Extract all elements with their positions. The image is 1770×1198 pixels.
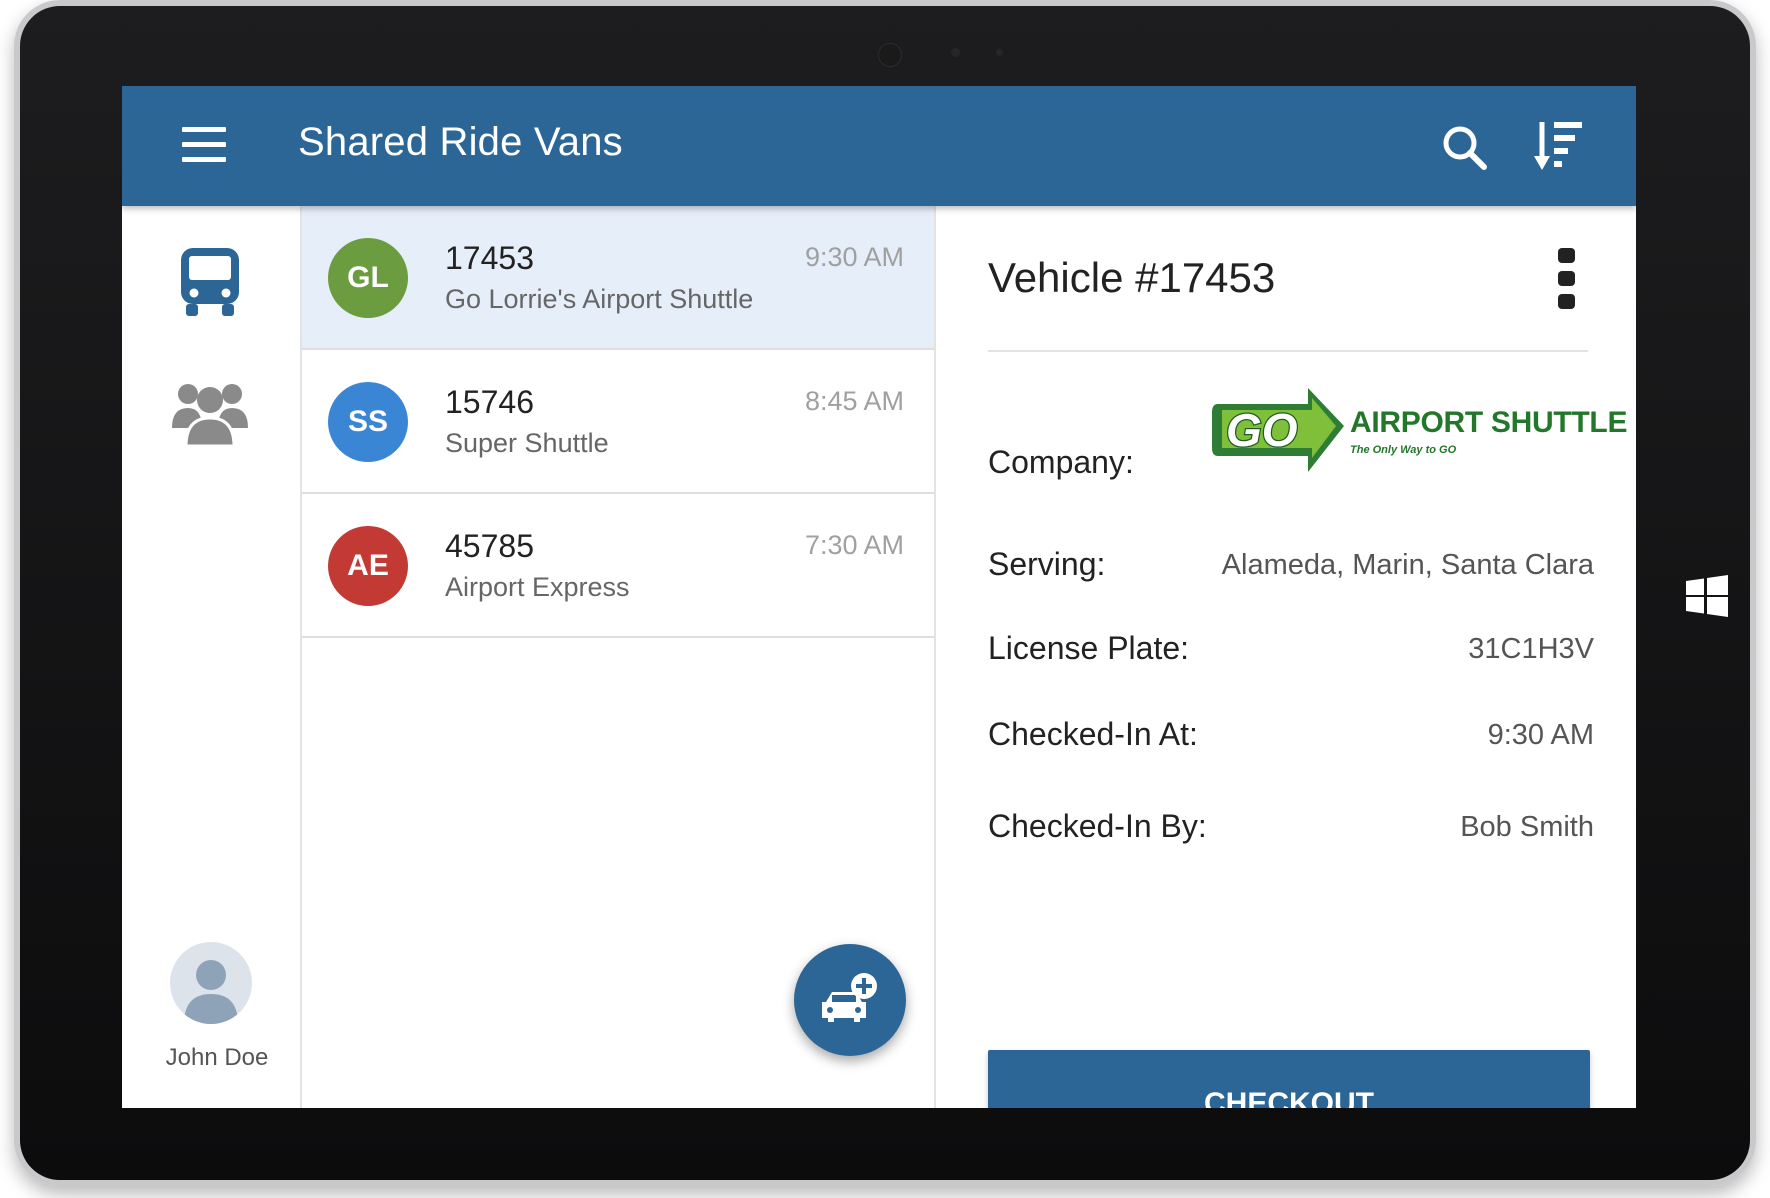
left-nav-rail: John Doe	[122, 206, 302, 1108]
app-screen: Shared Ride Vans John Doe GL 17453 Go Lo…	[122, 86, 1636, 1108]
app-bar: Shared Ride Vans	[122, 86, 1636, 206]
company-label: Company:	[988, 444, 1134, 480]
checkout-button[interactable]: CHECKOUT	[988, 1050, 1590, 1108]
license-plate-label: License Plate:	[988, 630, 1190, 666]
checkin-time: 7:30 AM	[804, 530, 904, 560]
windows-logo-icon	[1686, 575, 1728, 617]
company-name: Super Shuttle	[445, 428, 609, 458]
vehicle-list: GL 17453 Go Lorrie's Airport Shuttle 9:3…	[302, 206, 936, 1108]
hamburger-menu-icon[interactable]	[182, 125, 226, 165]
serving-value: Alameda, Marin, Santa Clara	[1221, 549, 1594, 581]
vehicle-detail: Vehicle #17453 Company: GO AIRPORT SHUTT…	[936, 206, 1636, 1108]
vehicle-number: 45785	[445, 528, 534, 564]
sort-icon[interactable]	[1534, 118, 1584, 172]
user-name: John Doe	[165, 1044, 269, 1071]
checked-in-by-value: Bob Smith	[1460, 811, 1594, 843]
checkin-time: 9:30 AM	[804, 242, 904, 272]
initials-avatar: GL	[328, 238, 408, 318]
sensor-icon	[951, 48, 960, 57]
sensor-icon	[996, 49, 1003, 56]
user-avatar-icon[interactable]	[170, 942, 252, 1024]
list-item[interactable]: AE 45785 Airport Express 7:30 AM	[302, 494, 934, 638]
divider	[988, 350, 1588, 352]
people-icon[interactable]	[172, 376, 248, 446]
company-name: Airport Express	[445, 572, 630, 602]
more-vert-icon[interactable]	[1554, 248, 1580, 310]
vehicle-number: 17453	[445, 240, 534, 276]
company-name: Go Lorrie's Airport Shuttle	[445, 284, 754, 314]
page-title: Vehicle #17453	[988, 254, 1276, 301]
checkin-time: 8:45 AM	[804, 386, 904, 416]
list-item[interactable]: SS 15746 Super Shuttle 8:45 AM	[302, 350, 934, 494]
svg-text:GO: GO	[1226, 404, 1298, 456]
checked-in-at-value: 9:30 AM	[1487, 719, 1594, 751]
serving-label: Serving:	[988, 546, 1106, 582]
add-vehicle-button[interactable]	[794, 944, 906, 1056]
logo-name: AIRPORT SHUTTLE	[1350, 406, 1628, 439]
checked-in-by-label: Checked-In By:	[988, 808, 1207, 844]
license-plate-value: 31C1H3V	[1468, 633, 1594, 665]
initials-avatar: SS	[328, 382, 408, 462]
initials-avatar: AE	[328, 526, 408, 606]
camera-icon	[878, 43, 902, 67]
bus-icon[interactable]	[178, 246, 242, 318]
vehicle-number: 15746	[445, 384, 534, 420]
app-title: Shared Ride Vans	[298, 120, 623, 164]
search-icon[interactable]	[1440, 123, 1488, 171]
checked-in-at-label: Checked-In At:	[988, 716, 1198, 752]
list-item[interactable]: GL 17453 Go Lorrie's Airport Shuttle 9:3…	[302, 206, 934, 350]
company-logo: GO AIRPORT SHUTTLE The Only Way to GO	[1212, 384, 1627, 480]
logo-tagline: The Only Way to GO	[1350, 444, 1457, 456]
add-vehicle-icon	[822, 973, 877, 1022]
